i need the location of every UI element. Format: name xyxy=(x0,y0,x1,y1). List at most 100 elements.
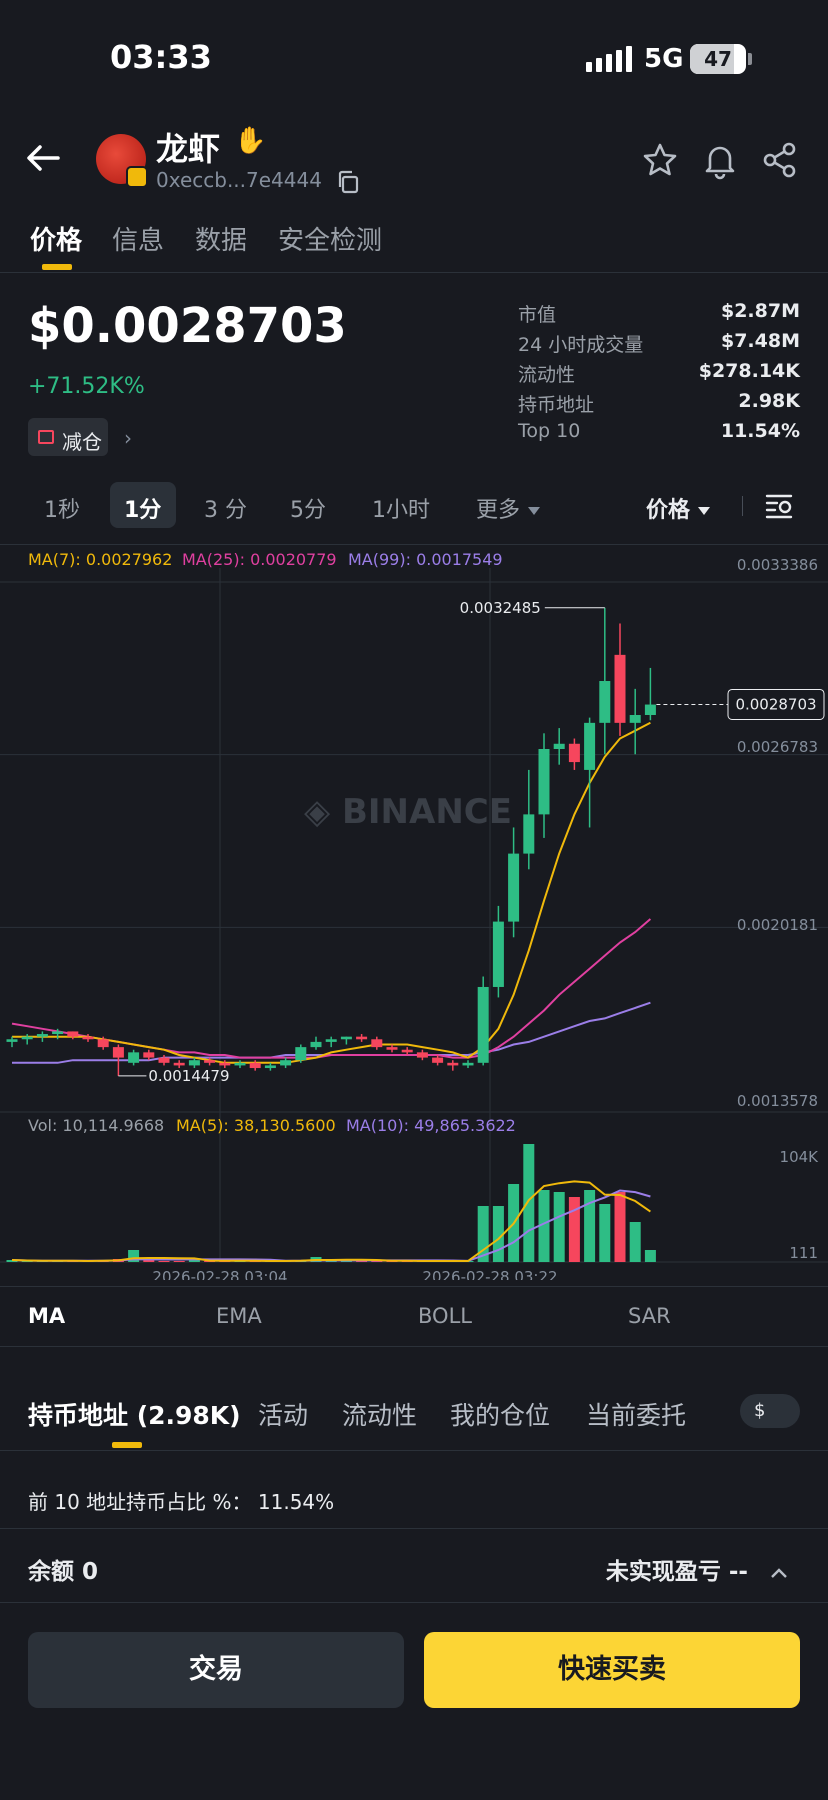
timeframe-3m[interactable]: 3 分 xyxy=(204,492,247,524)
chevron-right-icon[interactable]: › xyxy=(124,426,132,450)
candle-body xyxy=(599,681,611,723)
candle-body xyxy=(128,1052,140,1063)
timeframe-more[interactable]: 更多 xyxy=(476,492,541,524)
back-arrow-icon[interactable] xyxy=(22,138,62,178)
candle-body xyxy=(477,986,489,1063)
divider xyxy=(0,1602,828,1603)
candle-body xyxy=(158,1057,170,1063)
candle-body xyxy=(416,1052,428,1058)
candle-body xyxy=(310,1041,322,1048)
candle-body xyxy=(219,1062,231,1066)
stat-volume-label: 24 小时成交量 xyxy=(518,334,644,356)
candle-body xyxy=(356,1036,368,1040)
price-toggle[interactable]: 价格 xyxy=(646,492,711,524)
chart-settings-icon[interactable] xyxy=(764,490,794,520)
hand-icon: ✋ xyxy=(234,126,267,156)
copy-icon[interactable] xyxy=(336,170,360,194)
price-toggle-label: 价格 xyxy=(646,498,691,523)
timeframe-1h[interactable]: 1小时 xyxy=(372,492,430,524)
tab-data[interactable]: 数据 xyxy=(195,220,247,257)
divider xyxy=(0,272,828,273)
indicator-boll[interactable]: BOLL xyxy=(418,1304,472,1328)
balance: 余额 0 xyxy=(28,1559,99,1585)
candle-body xyxy=(371,1039,383,1048)
tab-security[interactable]: 安全检测 xyxy=(278,220,382,257)
stat-liquidity-label: 流动性 xyxy=(518,364,576,386)
chain-badge-icon xyxy=(126,166,148,188)
candle-body xyxy=(280,1060,292,1066)
divider xyxy=(0,1346,828,1347)
candle-body xyxy=(629,715,641,723)
candle-body xyxy=(508,853,520,922)
status-time: 03:33 xyxy=(110,38,212,76)
candle-body xyxy=(325,1039,337,1042)
currency-toggle[interactable]: $ xyxy=(740,1394,800,1428)
candle-body xyxy=(538,749,550,815)
watermark-text: ◈ BINANCE xyxy=(304,792,512,832)
tab-holders[interactable]: 持币地址 (2.98K) xyxy=(28,1396,241,1432)
candle-body xyxy=(234,1062,246,1066)
indicator-sar[interactable]: SAR xyxy=(628,1304,671,1328)
volume-bar xyxy=(629,1222,641,1262)
candle-body xyxy=(644,704,656,716)
timeframe-1m[interactable]: 1分 xyxy=(124,492,161,524)
unrealized-pnl[interactable]: 未实现盈亏 -- xyxy=(606,1552,788,1586)
candle-body xyxy=(52,1031,64,1035)
tab-price[interactable]: 价格 xyxy=(30,220,82,257)
indicator-ema[interactable]: EMA xyxy=(216,1304,262,1328)
price-change: +71.52K% xyxy=(28,374,145,399)
tab-my-position[interactable]: 我的仓位 xyxy=(450,1396,550,1432)
ma7-line xyxy=(12,721,651,1064)
caret-down-icon xyxy=(698,507,711,515)
candle-body xyxy=(614,654,626,723)
volume-bar xyxy=(158,1261,170,1262)
vol-ma10-legend: MA(10): 49,865.3622 xyxy=(346,1116,516,1135)
indicator-ma[interactable]: MA xyxy=(28,1304,65,1328)
tab-info[interactable]: 信息 xyxy=(112,220,164,257)
candle-body xyxy=(386,1047,398,1050)
star-icon[interactable] xyxy=(640,140,680,180)
candle-body xyxy=(143,1052,155,1058)
quick-buy-sell-button[interactable]: 快速买卖 xyxy=(424,1632,800,1708)
volume-bar xyxy=(553,1192,565,1262)
tab-activity[interactable]: 活动 xyxy=(258,1396,308,1432)
candle-body xyxy=(6,1039,18,1042)
signal-icon xyxy=(586,46,632,72)
token-name: 龙虾 xyxy=(156,130,221,168)
candle-body xyxy=(67,1031,79,1037)
stat-holders-label: 持币地址 xyxy=(518,394,595,416)
caret-down-icon xyxy=(528,507,541,515)
candle-body xyxy=(188,1060,200,1066)
candle-body xyxy=(264,1065,276,1069)
stat-top10-label: Top 10 xyxy=(518,420,581,442)
timeframe-1s[interactable]: 1秒 xyxy=(44,492,80,524)
stat-holders-value: 2.98K xyxy=(738,390,800,412)
x-tick-label: 2026-02-28 03:22 xyxy=(422,1268,557,1280)
divider xyxy=(0,1286,828,1287)
x-tick-label: 2026-02-28 03:04 xyxy=(152,1268,287,1280)
candlestick-chart[interactable]: 0.0033386 0.0026783 0.0020181 0.0013578 ◈ BI… xyxy=(0,540,828,1280)
unrealized-pnl-label: 未实现盈亏 -- xyxy=(605,1559,748,1585)
divider xyxy=(0,1528,828,1529)
candle-body xyxy=(204,1060,216,1063)
timeframe-5m[interactable]: 5分 xyxy=(290,492,326,524)
network-type: 5G xyxy=(644,44,684,74)
stat-top10-value: 11.54% xyxy=(720,420,800,442)
candle-body xyxy=(97,1039,109,1048)
current-price-label: 0.0028703 xyxy=(735,695,816,713)
y-tick-label: 0.0020181 xyxy=(737,916,818,934)
tab-indicator xyxy=(112,1442,142,1448)
volume-bar xyxy=(599,1204,611,1262)
volume-bar xyxy=(568,1197,580,1262)
candle-body xyxy=(112,1047,124,1058)
vol-legend: Vol: 10,114.9668 xyxy=(28,1116,165,1135)
y-tick-label: 0.0033386 xyxy=(737,556,818,574)
trade-button[interactable]: 交易 xyxy=(28,1632,404,1708)
candle-body xyxy=(401,1049,413,1053)
bell-icon[interactable] xyxy=(700,140,740,180)
share-icon[interactable] xyxy=(760,140,800,180)
divider xyxy=(742,496,743,516)
y-tick-label: 0.0026783 xyxy=(737,738,818,756)
tab-open-orders[interactable]: 当前委托 xyxy=(586,1396,686,1432)
tab-liquidity[interactable]: 流动性 xyxy=(342,1396,417,1432)
